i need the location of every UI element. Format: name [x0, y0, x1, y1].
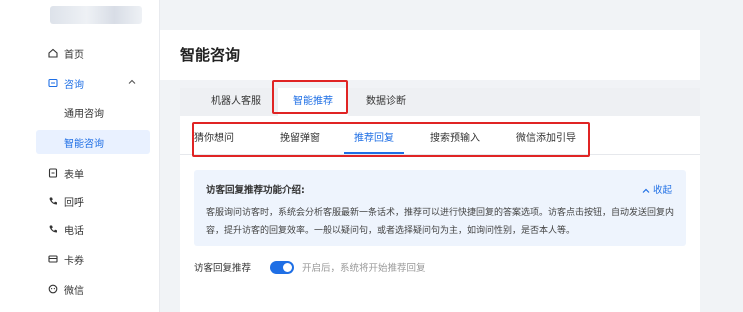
info-text: 客服询问访客时，系统会分析客服最新一条话术，推荐可以进行快捷回复的答案选项。访客…: [206, 208, 675, 236]
tab-divider: [180, 154, 700, 155]
chevron-up-icon[interactable]: [128, 78, 136, 86]
info-title: 访客回复推荐功能介绍:: [206, 185, 305, 196]
reply-recommend-toggle[interactable]: [270, 261, 294, 274]
sidebar: 首页 咨询 通用咨询 智能咨询 表单 回呼 电话 卡券 微信: [0, 0, 160, 312]
sidebar-item-form[interactable]: 表单: [0, 160, 160, 186]
primary-tabbar: 机器人客服 智能推荐 数据诊断: [180, 88, 700, 116]
chat-icon: [48, 78, 58, 88]
phone-icon: [49, 225, 57, 233]
tab-data-diagnosis[interactable]: 数据诊断: [354, 88, 418, 116]
sidebar-subitem-label: 通用咨询: [64, 108, 104, 120]
sidebar-item-phone[interactable]: 电话: [0, 216, 160, 242]
tab-wechat-add-guide[interactable]: 微信添加引导: [506, 126, 586, 154]
home-icon: [48, 48, 58, 58]
callback-icon: [49, 197, 57, 205]
collapse-label: 收起: [652, 185, 672, 196]
sidebar-item-home[interactable]: 首页: [0, 40, 160, 66]
sidebar-item-callback[interactable]: 回呼: [0, 188, 160, 214]
tab-robot-service[interactable]: 机器人客服: [198, 88, 274, 116]
form-icon: [48, 168, 58, 178]
wechat-icon: [48, 284, 58, 294]
logo: [50, 6, 142, 24]
sidebar-item-wechat[interactable]: 微信: [0, 276, 160, 302]
collapse-button[interactable]: 收起: [642, 182, 672, 196]
tab-search-preinput[interactable]: 搜索预输入: [422, 126, 488, 154]
reply-setting-label: 访客回复推荐: [194, 263, 252, 274]
tab-recommend-reply[interactable]: 推荐回复: [344, 126, 404, 154]
page-title: 智能咨询: [180, 46, 241, 64]
sidebar-subitem-smart-consult[interactable]: 智能咨询: [36, 130, 150, 154]
tab-smart-recommend[interactable]: 智能推荐: [278, 88, 348, 116]
sidebar-subitem-label: 智能咨询: [64, 138, 104, 150]
tab-retention-popup[interactable]: 挽留弹窗: [270, 126, 330, 154]
sidebar-item-coupon[interactable]: 卡券: [0, 246, 160, 272]
info-box: 访客回复推荐功能介绍: 收起 客服询问访客时，系统会分析客服最新一条话术，推荐可…: [194, 170, 686, 246]
reply-setting-hint: 开启后，系统将开始推荐回复: [302, 263, 426, 274]
sidebar-subitem-general-consult[interactable]: 通用咨询: [36, 100, 150, 124]
page-header: [160, 30, 700, 80]
tab-guess-ask[interactable]: 猜你想问: [184, 126, 244, 154]
secondary-tabbar: 猜你想问 挽留弹窗 推荐回复 搜索预输入 微信添加引导: [182, 126, 700, 154]
chevron-up-icon: [642, 188, 650, 193]
main-area: 智能咨询 机器人客服 智能推荐 数据诊断 猜你想问 挽留弹窗 推荐回复 搜索预输…: [160, 0, 743, 312]
sidebar-item-consult[interactable]: 咨询: [0, 70, 160, 96]
coupon-icon: [48, 255, 58, 263]
toggle-knob: [283, 263, 292, 272]
